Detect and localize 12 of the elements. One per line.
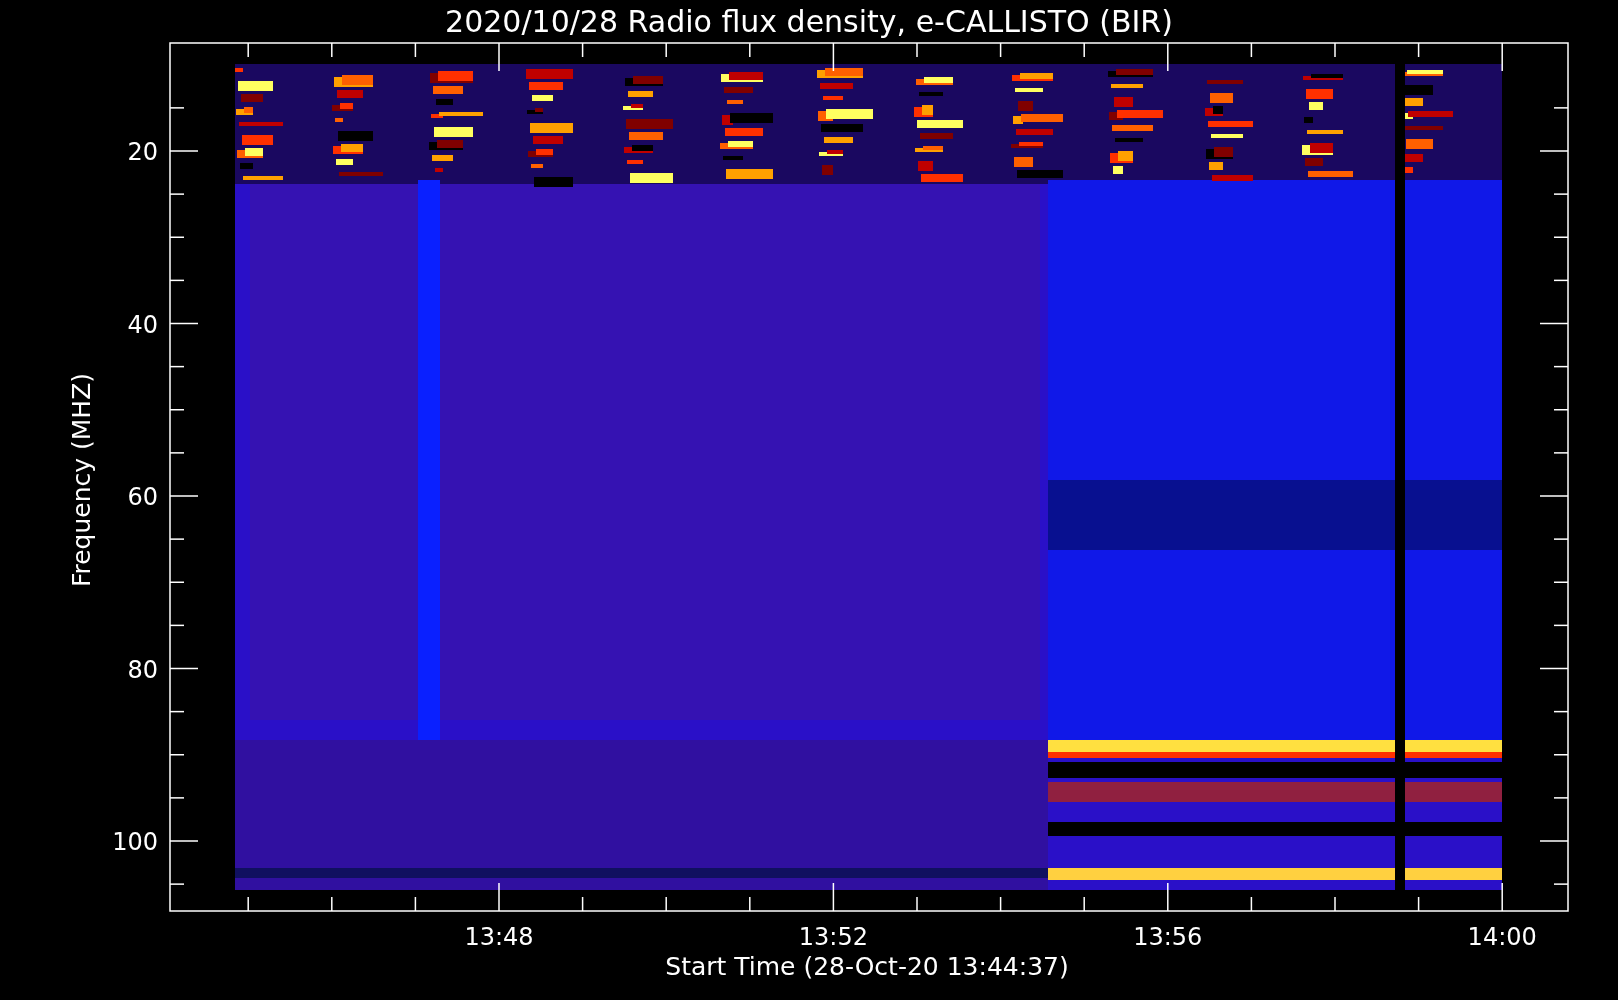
x-axis-label: Start Time (28-Oct-20 13:44:37) <box>665 952 1069 981</box>
x-tick-label: 14:00 <box>1467 923 1537 951</box>
x-tick-label: 13:52 <box>798 923 868 951</box>
y-tick-label: 40 <box>127 310 158 339</box>
y-tick-label: 80 <box>127 655 158 684</box>
x-tick-label: 13:56 <box>1133 923 1203 951</box>
y-tick-label: 100 <box>112 828 158 856</box>
x-tick-label: 13:48 <box>464 923 534 951</box>
y-tick-label: 20 <box>127 138 158 166</box>
y-axis-label: Frequency (MHZ) <box>67 372 96 588</box>
y-tick-label: 60 <box>127 483 158 511</box>
chart-title: 2020/10/28 Radio flux density, e-CALLISTO (BIR) <box>445 4 1173 39</box>
